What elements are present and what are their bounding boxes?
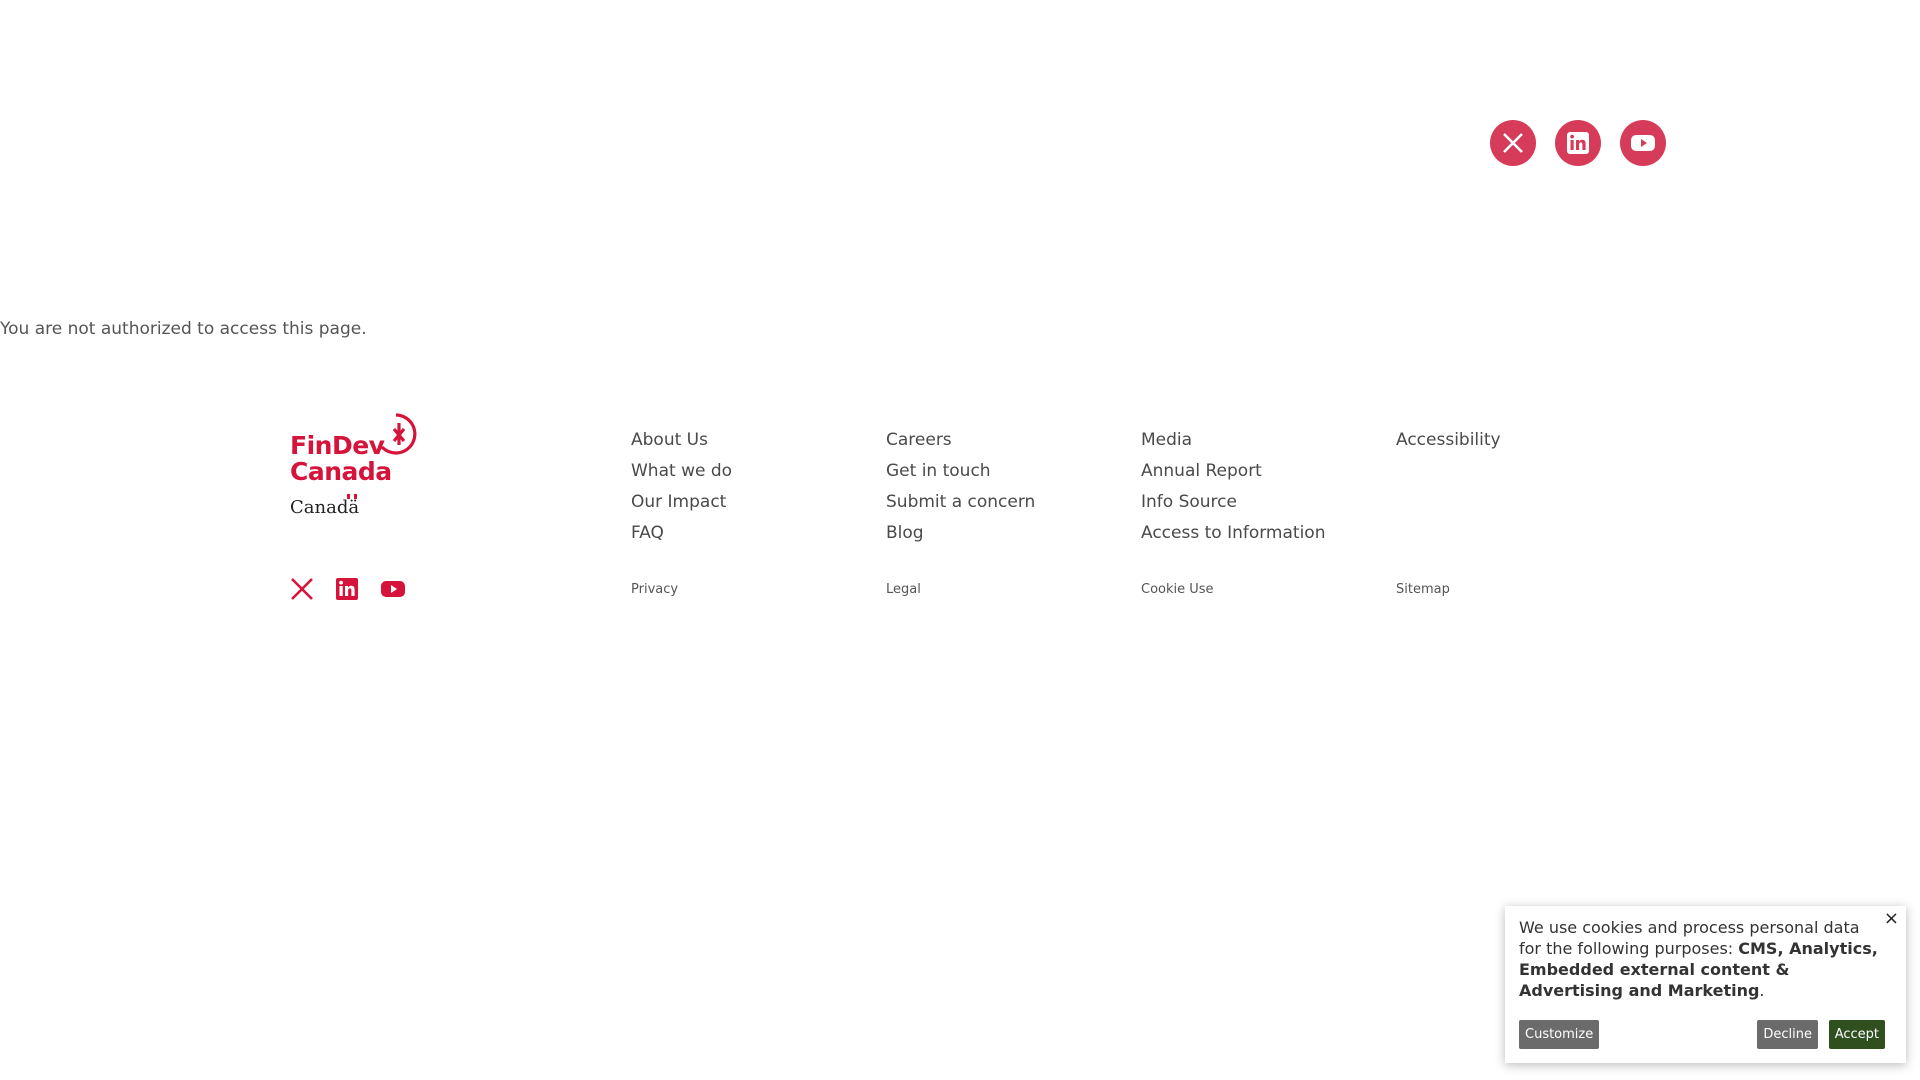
footer-link-sitemap[interactable]: Sitemap [1396, 582, 1450, 597]
footer-link-what-we-do[interactable]: What we do [631, 459, 732, 490]
footer-column-1: About Us What we do Our Impact FAQ [631, 428, 732, 552]
footer-column-4: Accessibility [1396, 428, 1501, 459]
footer-link-accessibility[interactable]: Accessibility [1396, 428, 1501, 459]
footer-link-about-us[interactable]: About Us [631, 428, 732, 459]
youtube-icon[interactable] [380, 579, 406, 599]
linkedin-icon[interactable] [1555, 120, 1601, 166]
linkedin-icon[interactable] [335, 577, 359, 601]
cookie-banner: × We use cookies and process personal da… [1505, 906, 1906, 1063]
footer-link-faq[interactable]: FAQ [631, 521, 732, 552]
footer-link-careers[interactable]: Careers [886, 428, 1035, 459]
footer-link-our-impact[interactable]: Our Impact [631, 490, 732, 521]
canada-wordmark: Canadä [290, 494, 360, 518]
header-social-links [1490, 120, 1666, 166]
close-icon[interactable]: × [1884, 908, 1899, 929]
footer-link-legal[interactable]: Legal [886, 582, 921, 597]
footer-column-3: Media Annual Report Info Source Access t… [1141, 428, 1325, 552]
x-icon[interactable] [1490, 120, 1536, 166]
logo-mark-icon [380, 413, 417, 455]
footer-link-media[interactable]: Media [1141, 428, 1325, 459]
page: You are not authorized to access this pa… [0, 0, 1920, 1080]
footer-link-get-in-touch[interactable]: Get in touch [886, 459, 1035, 490]
footer-link-cookie-use[interactable]: Cookie Use [1141, 582, 1214, 597]
footer-link-submit-concern[interactable]: Submit a concern [886, 490, 1035, 521]
footer-link-access-to-information[interactable]: Access to Information [1141, 521, 1325, 552]
customize-button[interactable]: Customize [1519, 1020, 1600, 1049]
canada-flag-icon [347, 494, 358, 499]
footer-link-info-source[interactable]: Info Source [1141, 490, 1325, 521]
unauthorized-notice: You are not authorized to access this pa… [0, 319, 367, 339]
footer-link-blog[interactable]: Blog [886, 521, 1035, 552]
cookie-message: We use cookies and process personal data… [1519, 917, 1879, 1001]
cookie-text-end: . [1759, 981, 1765, 1000]
decline-button[interactable]: Decline [1757, 1020, 1818, 1049]
footer-link-privacy[interactable]: Privacy [631, 582, 678, 597]
footer-social-links [290, 577, 406, 601]
logo-line-2: Canada [290, 457, 392, 486]
footer-link-annual-report[interactable]: Annual Report [1141, 459, 1325, 490]
canada-wordmark-text: Canadä [290, 497, 360, 518]
x-icon[interactable] [290, 577, 314, 601]
accept-button[interactable]: Accept [1828, 1020, 1885, 1049]
youtube-icon[interactable] [1620, 120, 1666, 166]
footer-column-2: Careers Get in touch Submit a concern Bl… [886, 428, 1035, 552]
findev-canada-logo[interactable]: FinDev Canada Canadä [290, 411, 420, 518]
